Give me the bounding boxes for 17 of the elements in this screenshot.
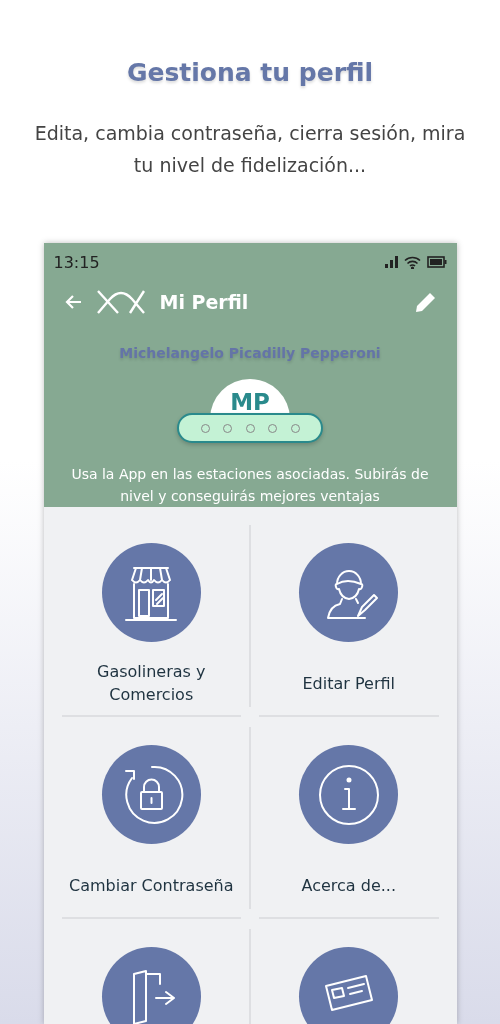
battery-icon [426,256,447,268]
back-arrow-icon [63,294,82,310]
screen-title: Mi Perfil [159,291,250,313]
subtitle: Edita, cambia contraseña, cierra sesión, mira tu nivel de fidelización... [33,121,467,178]
user-initials: MP [230,389,270,417]
status-time: 13:15 [53,252,100,272]
pencil-icon [414,291,437,313]
menu-item[interactable]: Editar Perfil [259,525,439,717]
logo-icon [95,289,146,315]
info-icon [316,762,381,827]
menu-item[interactable]: Acerca de... [259,727,439,919]
level-message: Usa la App en las estaciones asociadas. Subirás de nivel y conseguirás mejores ventajas [70,465,430,506]
back-button[interactable] [63,294,82,310]
edit-button[interactable] [414,291,437,313]
wifi-icon [403,255,421,269]
headline: Gestiona tu perfil [126,58,374,87]
signal-icon [383,255,398,269]
